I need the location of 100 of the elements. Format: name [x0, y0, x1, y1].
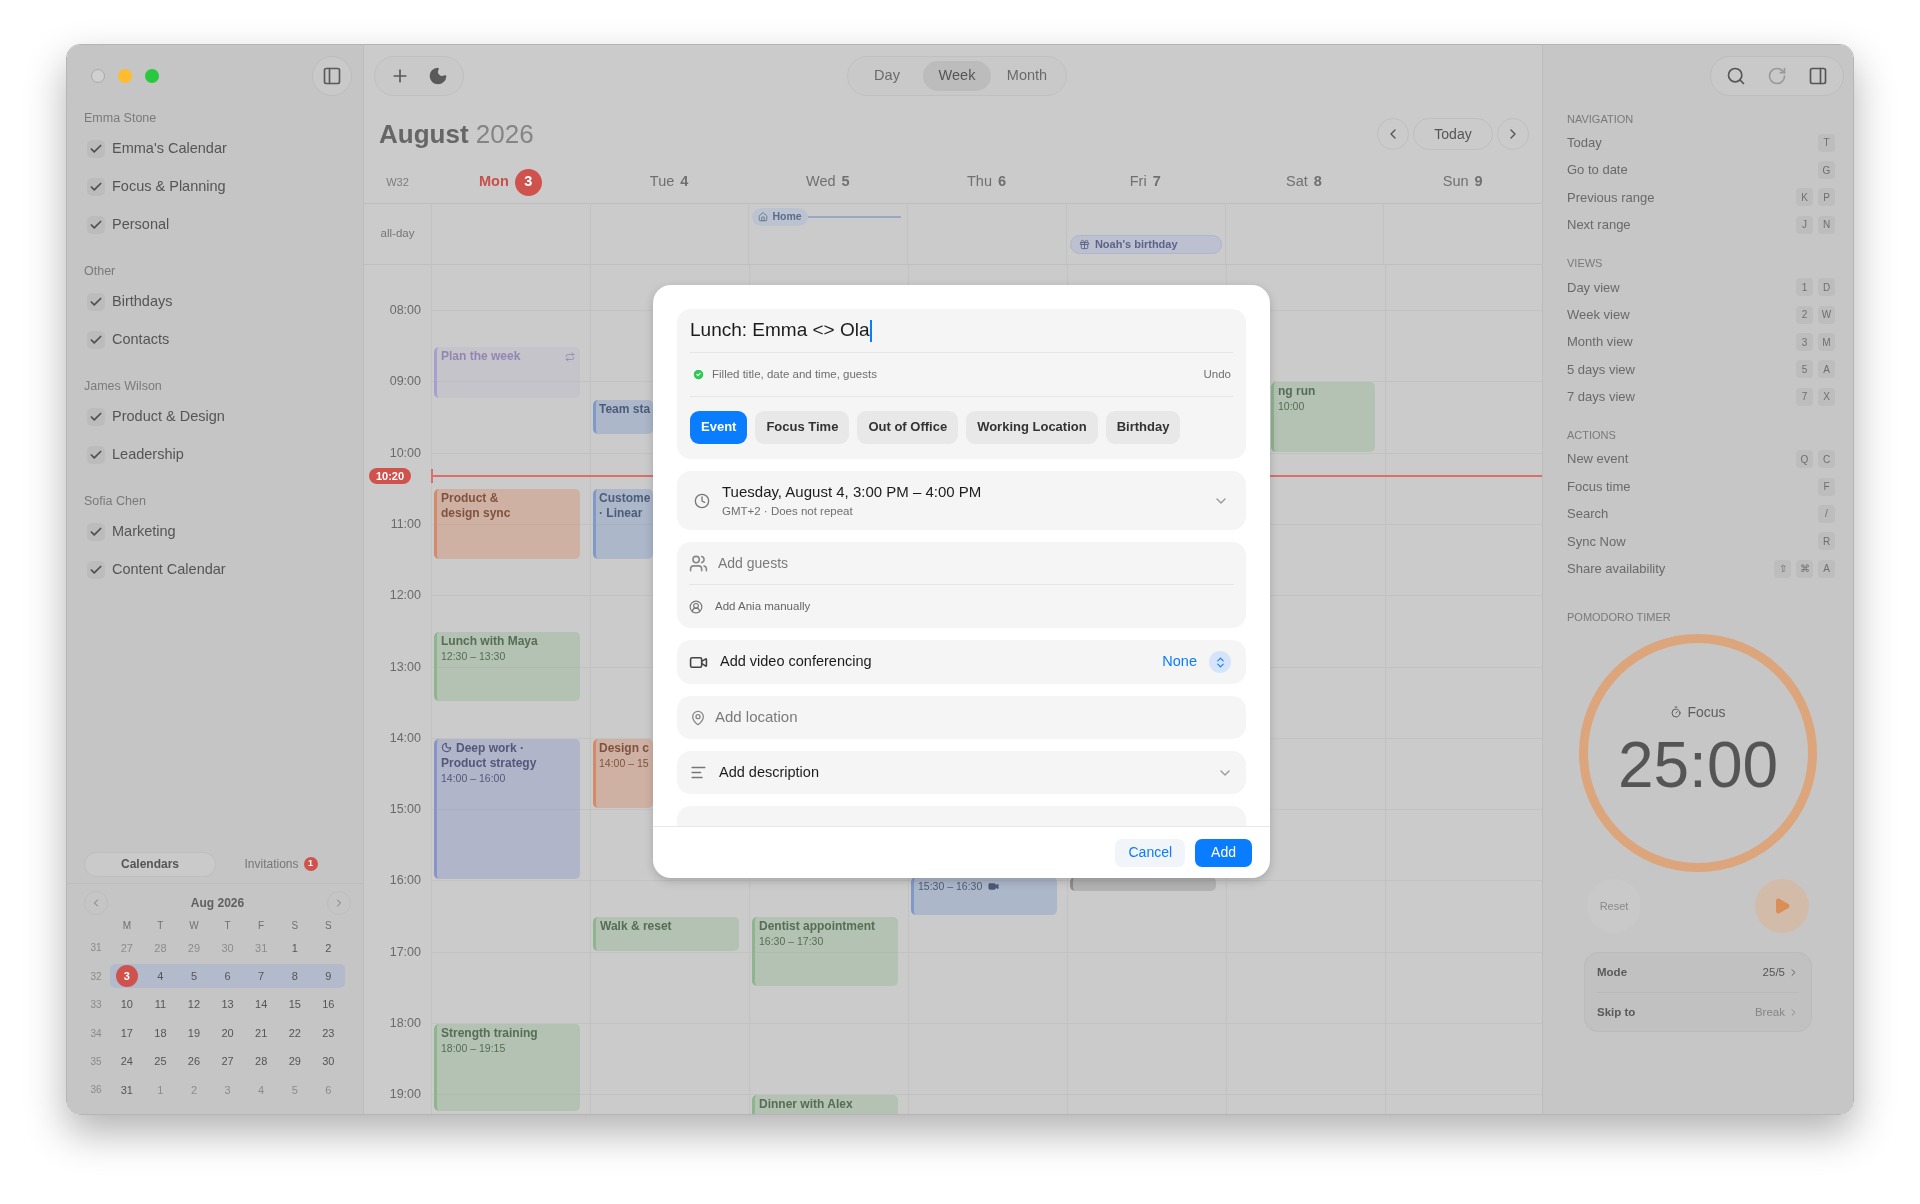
calendar-day[interactable]: 10: [115, 993, 138, 1016]
guests-field[interactable]: Add guests: [689, 542, 1234, 585]
calendar-event[interactable]: Deep work · Product strategy 14:00 – 16:00: [434, 738, 580, 880]
calendar-event[interactable]: Custome · Linear: [593, 489, 653, 559]
event-type-chip[interactable]: Birthday: [1105, 410, 1181, 444]
event-type-chip[interactable]: Event: [690, 410, 748, 444]
guest-suggestion[interactable]: Add Ania manually: [689, 585, 811, 628]
sidebar-toggle-button[interactable]: [312, 56, 352, 96]
shortcut-key: 1: [1796, 278, 1813, 297]
day-name: Sun: [1442, 172, 1469, 192]
description-row[interactable]: Add description: [677, 751, 1246, 794]
event-type-chip[interactable]: Focus Time: [755, 410, 850, 444]
calendar-event[interactable]: ng run 10:00: [1271, 382, 1375, 452]
calendar-day[interactable]: 1: [283, 936, 306, 959]
calendar-day[interactable]: 18: [149, 1022, 172, 1044]
calendar-day[interactable]: 5: [183, 965, 205, 988]
view-tab[interactable]: Month: [993, 61, 1061, 91]
calendar-event[interactable]: Team sta: [593, 400, 653, 434]
calendar-day[interactable]: 30: [317, 1050, 340, 1073]
hour-label: 16:00: [389, 873, 421, 888]
calendar-day[interactable]: 11: [149, 993, 172, 1016]
location-field[interactable]: Add location: [677, 696, 1246, 739]
person-icon: [689, 599, 703, 614]
calendar-day[interactable]: 25: [149, 1050, 172, 1073]
title-field[interactable]: Lunch: Emma <> Ola: [690, 309, 1233, 353]
event-type-chip[interactable]: Out of Office: [857, 410, 959, 444]
calendar-day[interactable]: 19: [183, 1022, 205, 1044]
cancel-button[interactable]: Cancel: [1115, 838, 1186, 867]
calendar-day[interactable]: 16: [317, 993, 340, 1016]
video-provider-select[interactable]: None: [1162, 651, 1231, 673]
calendar-day[interactable]: 6: [216, 965, 239, 988]
calendar-day[interactable]: 3: [115, 965, 138, 988]
calendar-day[interactable]: 2: [317, 936, 340, 959]
calendar-day[interactable]: 12: [183, 993, 205, 1016]
calendar-checkbox[interactable]: [87, 446, 105, 464]
sidebar-tab[interactable]: Calendars: [84, 851, 216, 877]
calendar-checkbox[interactable]: [87, 408, 105, 426]
calendar-day[interactable]: 27: [216, 1050, 239, 1073]
setting-value[interactable]: 25/5: [1762, 964, 1785, 982]
calendar-event[interactable]: Dinner with Alex: [752, 1095, 898, 1114]
week-number: 31: [90, 941, 102, 956]
add-button[interactable]: Add: [1195, 838, 1252, 867]
event-title: Dentist appointment: [759, 919, 875, 935]
calendar-day[interactable]: 23: [317, 1022, 340, 1044]
calendar-checkbox[interactable]: [87, 216, 105, 234]
calendar-event[interactable]: Design c 14:00 – 15: [593, 738, 653, 809]
calendar-day[interactable]: 22: [283, 1022, 306, 1044]
calendar-day[interactable]: 24: [115, 1050, 138, 1073]
view-tab[interactable]: Day: [853, 61, 921, 91]
calendar-event[interactable]: Strength training 18:00 – 19:15: [434, 1024, 580, 1112]
calendar-day[interactable]: 29: [283, 1050, 306, 1073]
calendar-checkbox[interactable]: [87, 331, 105, 349]
shortcut-label: Focus time: [1567, 477, 1631, 496]
calendar-day[interactable]: 13: [216, 993, 239, 1016]
day-date[interactable]: 5: [841, 171, 850, 193]
calendar-checkbox[interactable]: [87, 140, 105, 158]
day-name: Thu: [966, 172, 992, 192]
weekday-label: T: [157, 918, 164, 933]
location-chip[interactable]: Home: [752, 208, 808, 226]
calendar-event[interactable]: Product & design sync: [434, 489, 580, 559]
date-time-row[interactable]: Tuesday, August 4, 3:00 PM – 4:00 PM GMT+2 · Does not repeat: [677, 471, 1246, 530]
calendar-day[interactable]: 21: [250, 1022, 273, 1044]
calendar-checkbox[interactable]: [87, 293, 105, 311]
hour-label: 12:00: [389, 588, 421, 603]
calendar-day[interactable]: 26: [183, 1050, 205, 1073]
event-title: Strength training: [441, 1026, 538, 1041]
day-date[interactable]: 9: [1474, 171, 1483, 193]
day-date[interactable]: 4: [680, 171, 689, 193]
calendar-checkbox[interactable]: [87, 178, 105, 196]
calendar-day[interactable]: 9: [317, 965, 340, 988]
calendar-day[interactable]: 20: [216, 1022, 239, 1044]
refresh-icon: [1767, 66, 1787, 86]
day-date[interactable]: 7: [1152, 171, 1161, 193]
calendar-event[interactable]: Lunch with Maya 12:30 – 13:30: [434, 631, 580, 702]
week-number: 33: [90, 998, 102, 1013]
sidebar-tab[interactable]: Invitations 1: [216, 851, 346, 877]
shortcut-key: K: [1796, 188, 1813, 207]
event-type-chip[interactable]: Working Location: [966, 410, 1098, 444]
calendar-day[interactable]: 31: [115, 1078, 138, 1101]
calendar-checkbox[interactable]: [87, 561, 105, 579]
calendar-day[interactable]: 28: [250, 1050, 273, 1073]
calendar-day[interactable]: 15: [283, 993, 306, 1016]
calendar-event[interactable]: Dentist appointment 16:30 – 17:30: [752, 917, 898, 987]
event-time: 14:00 – 15: [599, 755, 649, 770]
calendar-day[interactable]: 14: [250, 993, 273, 1016]
calendar-day[interactable]: 7: [250, 965, 273, 988]
calendar-day[interactable]: 4: [149, 965, 172, 988]
calendar-day[interactable]: 17: [115, 1022, 138, 1044]
day-date[interactable]: 3: [514, 168, 542, 196]
view-tab[interactable]: Week: [923, 61, 991, 91]
undo-button[interactable]: Undo: [1203, 365, 1231, 384]
hour-label: 10:00: [389, 445, 421, 460]
day-date[interactable]: 8: [1313, 171, 1322, 193]
calendar-event[interactable]: Walk & reset: [593, 917, 739, 951]
day-date[interactable]: 6: [997, 171, 1007, 193]
calendar-checkbox[interactable]: [87, 523, 105, 541]
calendar-event[interactable]: 15:30 – 16:30: [911, 877, 1057, 916]
shortcut-label: Month view: [1567, 333, 1633, 352]
calendar-day[interactable]: 8: [283, 965, 306, 988]
birthday-event[interactable]: Noah's birthday: [1069, 234, 1222, 254]
